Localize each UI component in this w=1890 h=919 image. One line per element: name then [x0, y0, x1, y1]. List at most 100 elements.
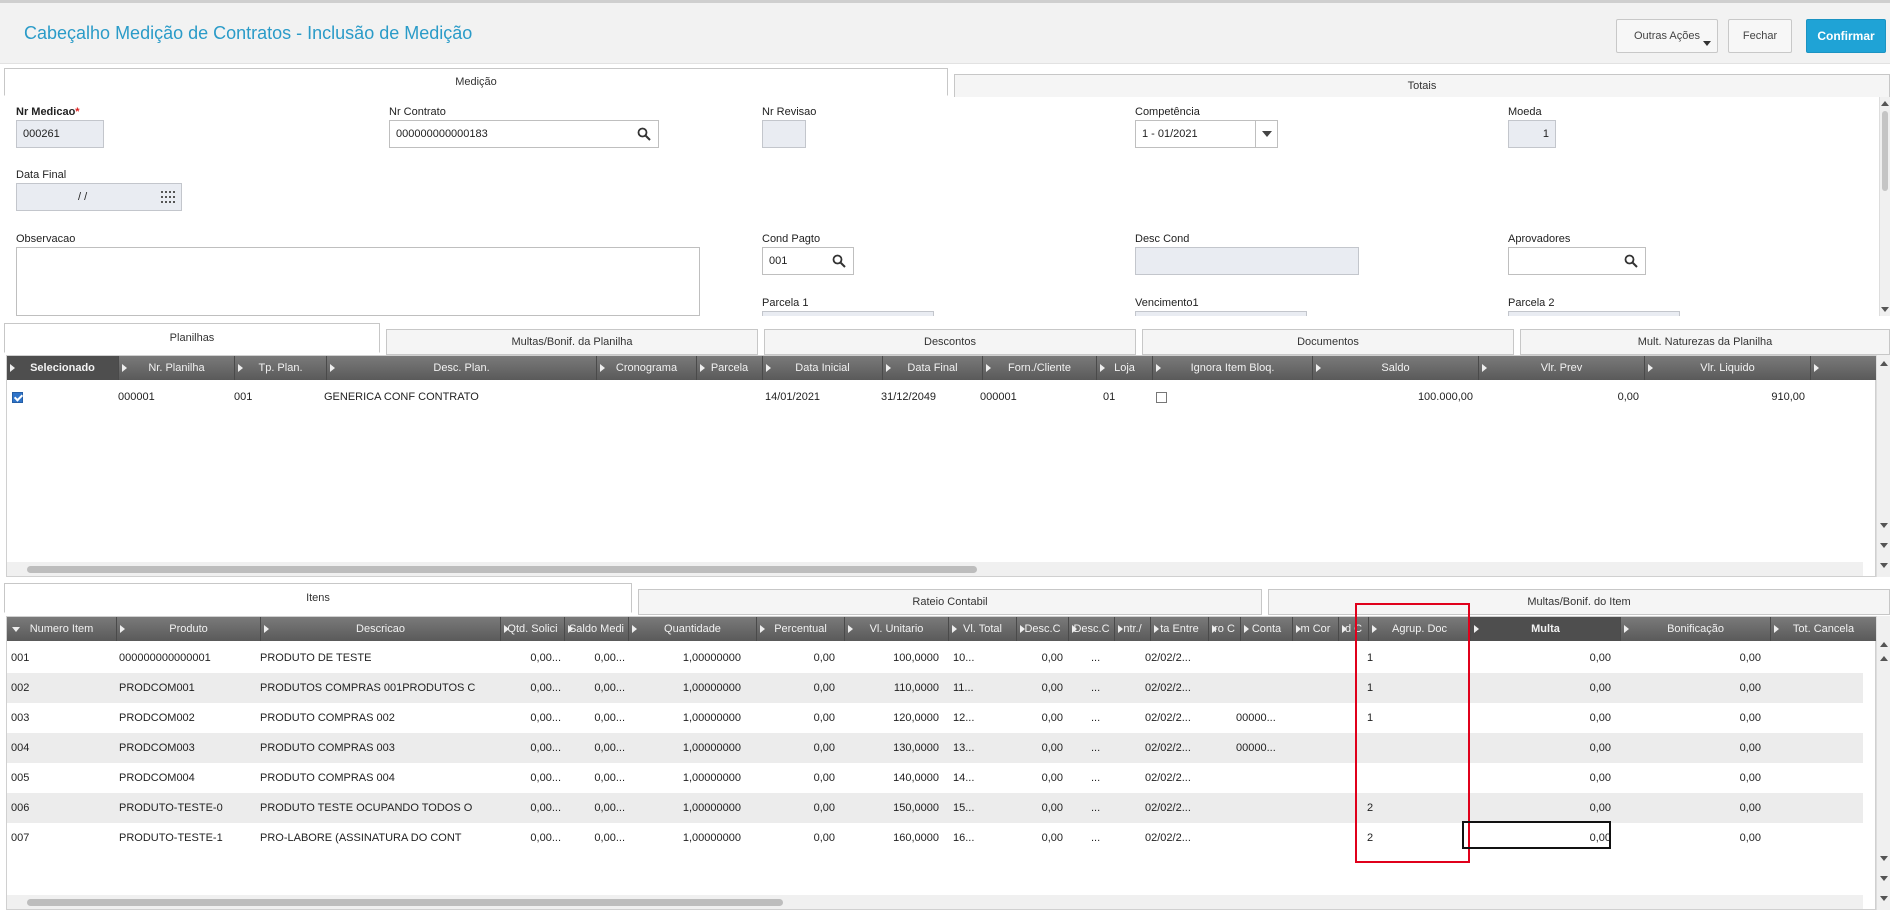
col-data-entrega[interactable]: ta Entre	[1151, 617, 1209, 641]
scroll-down-icon[interactable]	[1880, 876, 1888, 881]
scroll-down-icon[interactable]	[1880, 896, 1888, 901]
scroll-down-icon[interactable]	[1881, 307, 1889, 312]
cell-desc-c2: ...	[1091, 682, 1101, 694]
scroll-up-icon[interactable]	[1880, 656, 1888, 661]
col-forn-cliente[interactable]: Forn./Cliente	[983, 356, 1097, 380]
calendar-icon[interactable]	[161, 191, 175, 203]
col-saldo[interactable]: Saldo	[1313, 356, 1479, 380]
col-tp-plan[interactable]: Tp. Plan.	[235, 356, 327, 380]
col-parcela[interactable]: Parcela	[697, 356, 763, 380]
confirmar-button[interactable]: Confirmar	[1806, 19, 1886, 53]
itens-vscroll[interactable]	[1876, 616, 1890, 910]
parcela2-field[interactable]	[1508, 311, 1680, 316]
data-final-field[interactable]: / /	[16, 183, 182, 211]
tab-rateio-contabil[interactable]: Rateio Contabil	[638, 589, 1262, 615]
ignora-item-checkbox[interactable]	[1156, 392, 1167, 403]
scroll-down-icon[interactable]	[1880, 856, 1888, 861]
fechar-button[interactable]: Fechar	[1728, 19, 1792, 53]
tab-documentos[interactable]: Documentos	[1142, 329, 1514, 355]
col-descricao[interactable]: Descricao	[261, 617, 501, 641]
form-scroll-thumb[interactable]	[1882, 111, 1888, 191]
nr-contrato-field[interactable]: 000000000000183	[389, 120, 659, 148]
table-row[interactable]: 000001 001 GENERICA CONF CONTRATO 14/01/…	[7, 382, 1863, 412]
scroll-down-icon[interactable]	[1880, 523, 1888, 528]
tab-itens[interactable]: Itens	[4, 583, 632, 613]
nr-medicao-field[interactable]: 000261	[16, 120, 104, 148]
col-numero-item[interactable]: Numero Item	[7, 617, 117, 641]
tab-multas-bonif-planilha[interactable]: Multas/Bonif. da Planilha	[386, 329, 758, 355]
outras-acoes-button[interactable]: Outras Ações	[1616, 19, 1718, 53]
scroll-up-icon[interactable]	[1880, 361, 1888, 366]
col-quantidade[interactable]: Quantidade	[629, 617, 757, 641]
vencimento1-field[interactable]	[1135, 311, 1307, 316]
scroll-up-icon[interactable]	[1880, 642, 1888, 647]
selecionado-checkbox[interactable]	[12, 392, 23, 403]
multa-cell-focus	[1462, 821, 1611, 849]
tab-descontos[interactable]: Descontos	[764, 329, 1136, 355]
cell-percentual: 0,00	[813, 772, 835, 784]
table-row[interactable]: 002 PRODCOM001 PRODUTOS COMPRAS 001PRODUTO…	[7, 673, 1863, 703]
col-desc-c1[interactable]: Desc.C	[1017, 617, 1069, 641]
col-qtd-solici[interactable]: Qtd. Solici	[501, 617, 565, 641]
search-icon[interactable]	[1624, 254, 1638, 268]
tab-medicao[interactable]: Medição	[4, 68, 948, 96]
col-vlr-liquido[interactable]: Vlr. Liquido	[1645, 356, 1811, 380]
col-cronograma[interactable]: Cronograma	[597, 356, 697, 380]
table-row[interactable]: 006 PRODUTO-TESTE-0 PRODUTO TESTE OCUPANDO…	[7, 793, 1863, 823]
col-produto[interactable]: Produto	[117, 617, 261, 641]
itens-hscroll-thumb[interactable]	[27, 899, 783, 906]
desc-cond-field[interactable]	[1135, 247, 1359, 275]
planilhas-hscroll[interactable]	[7, 562, 1863, 576]
col-tot-cancela[interactable]: Tot. Cancela	[1771, 617, 1877, 641]
col-vl-total[interactable]: Vl. Total	[949, 617, 1017, 641]
cell-desc-plan: GENERICA CONF CONTRATO	[324, 391, 479, 403]
moeda-value: 1	[1542, 128, 1549, 140]
observacao-textarea[interactable]	[16, 247, 700, 316]
itens-hscroll[interactable]	[7, 895, 1863, 909]
scroll-down-icon[interactable]	[1880, 563, 1888, 568]
cell-conta: 00000...	[1236, 742, 1276, 754]
table-row[interactable]: 004 PRODCOM003 PRODUTO COMPRAS 003 0,00... 0…	[7, 733, 1863, 763]
tab-totais[interactable]: Totais	[954, 74, 1890, 98]
col-desc-c2[interactable]: Desc.C	[1069, 617, 1115, 641]
nr-revisao-field[interactable]	[762, 120, 806, 148]
parcela1-field[interactable]	[762, 311, 934, 316]
col-data-final[interactable]: Data Final	[883, 356, 983, 380]
col-multa[interactable]: Multa	[1471, 617, 1621, 641]
col-ignora-item-bloq[interactable]: Ignora Item Bloq.	[1153, 356, 1313, 380]
col-percentual[interactable]: Percentual	[757, 617, 845, 641]
form-scrollbar[interactable]	[1879, 97, 1890, 316]
cell-desc-c1: 0,00	[1041, 802, 1063, 814]
col-nr-planilha[interactable]: Nr. Planilha	[119, 356, 235, 380]
cell-desc-c2: ...	[1091, 802, 1101, 814]
cond-pagto-field[interactable]: 001	[762, 247, 854, 275]
col-item-cor[interactable]: m Cor	[1293, 617, 1339, 641]
table-row[interactable]: 001 000000000000001 PRODUTO DE TESTE 0,00..…	[7, 643, 1863, 673]
competencia-select[interactable]: 1 - 01/2021	[1135, 120, 1278, 148]
col-bonificacao[interactable]: Bonificação	[1621, 617, 1771, 641]
col-selecionado[interactable]: Selecionado	[7, 356, 119, 380]
cell-parcela	[699, 382, 759, 412]
moeda-field[interactable]: 1	[1508, 120, 1556, 148]
col-saldo-medi[interactable]: Saldo Medi	[565, 617, 629, 641]
search-icon[interactable]	[832, 254, 846, 268]
planilhas-vscroll[interactable]	[1876, 355, 1890, 577]
col-vlr-prev[interactable]: Vlr. Prev	[1479, 356, 1645, 380]
tab-mult-naturezas[interactable]: Mult. Naturezas da Planilha	[1520, 329, 1890, 355]
scroll-down-icon[interactable]	[1880, 543, 1888, 548]
col-centro-custo[interactable]: ro C	[1209, 617, 1241, 641]
scroll-up-icon[interactable]	[1881, 101, 1889, 106]
col-vl-unitario[interactable]: Vl. Unitario	[845, 617, 949, 641]
col-ntr[interactable]: ntr./	[1115, 617, 1151, 641]
aprovadores-field[interactable]	[1508, 247, 1646, 275]
table-row[interactable]: 003 PRODCOM002 PRODUTO COMPRAS 002 0,00... 0…	[7, 703, 1863, 733]
chevron-down-icon[interactable]	[1255, 121, 1277, 147]
col-loja[interactable]: Loja	[1097, 356, 1153, 380]
tab-planilhas[interactable]: Planilhas	[4, 323, 380, 353]
search-icon[interactable]	[637, 127, 651, 141]
planilhas-hscroll-thumb[interactable]	[27, 566, 977, 573]
col-data-inicial[interactable]: Data Inicial	[763, 356, 883, 380]
table-row[interactable]: 005 PRODCOM004 PRODUTO COMPRAS 004 0,00... 0…	[7, 763, 1863, 793]
col-desc-plan[interactable]: Desc. Plan.	[327, 356, 597, 380]
col-conta[interactable]: Conta	[1241, 617, 1293, 641]
